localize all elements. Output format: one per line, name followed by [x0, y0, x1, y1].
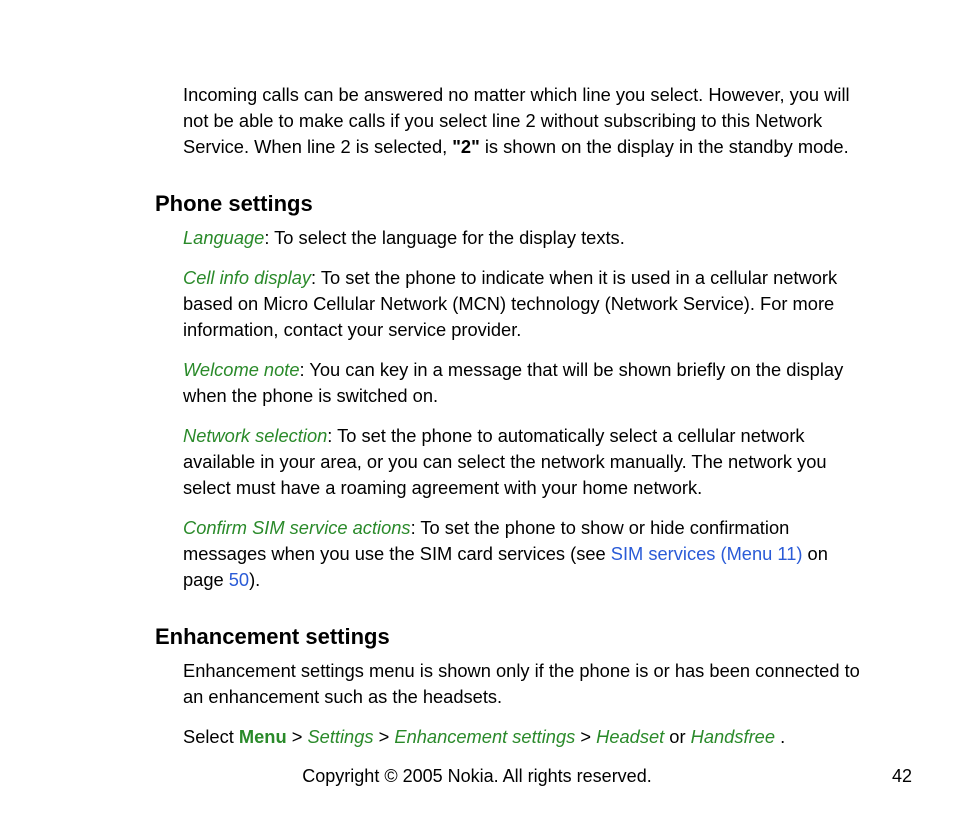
term-network-selection: Network selection [183, 425, 327, 446]
page-number: 42 [892, 766, 912, 787]
nav-suffix: . [780, 726, 785, 747]
term-language: Language [183, 227, 264, 248]
nav-prefix: Select [183, 726, 239, 747]
term-cell-info: Cell info display [183, 267, 311, 288]
setting-confirm-sim: Confirm SIM service actions: To set the … [183, 515, 864, 593]
text-language: : To select the language for the display… [264, 227, 624, 248]
intro-bold: "2" [452, 136, 480, 157]
nav-or: or [664, 726, 690, 747]
link-sim-services[interactable]: SIM services (Menu 11) [611, 543, 803, 564]
nav-sep-3: > [575, 726, 596, 747]
link-page-50[interactable]: 50 [229, 569, 249, 590]
nav-menu: Menu [239, 726, 287, 747]
enhancement-intro: Enhancement settings menu is shown only … [183, 658, 864, 710]
nav-handsfree: Handsfree [691, 726, 780, 747]
setting-language: Language: To select the language for the… [183, 225, 864, 251]
setting-network-selection: Network selection: To set the phone to a… [183, 423, 864, 501]
nav-sep-1: > [287, 726, 308, 747]
copyright-footer: Copyright © 2005 Nokia. All rights reser… [0, 766, 954, 787]
text-confirm-3: ). [249, 569, 260, 590]
nav-settings: Settings [307, 726, 373, 747]
nav-headset: Headset [596, 726, 664, 747]
setting-cell-info: Cell info display: To set the phone to i… [183, 265, 864, 343]
enhancement-nav: Select Menu > Settings > Enhancement set… [183, 724, 864, 750]
setting-welcome-note: Welcome note: You can key in a message t… [183, 357, 864, 409]
phone-settings-heading: Phone settings [155, 188, 864, 219]
intro-text-2: is shown on the display in the standby m… [480, 136, 849, 157]
nav-sep-2: > [374, 726, 395, 747]
intro-paragraph: Incoming calls can be answered no matter… [183, 82, 864, 160]
term-confirm-sim: Confirm SIM service actions [183, 517, 411, 538]
enhancement-settings-heading: Enhancement settings [155, 621, 864, 652]
nav-enhancement: Enhancement settings [394, 726, 575, 747]
term-welcome-note: Welcome note [183, 359, 300, 380]
page-content: Incoming calls can be answered no matter… [0, 0, 954, 750]
